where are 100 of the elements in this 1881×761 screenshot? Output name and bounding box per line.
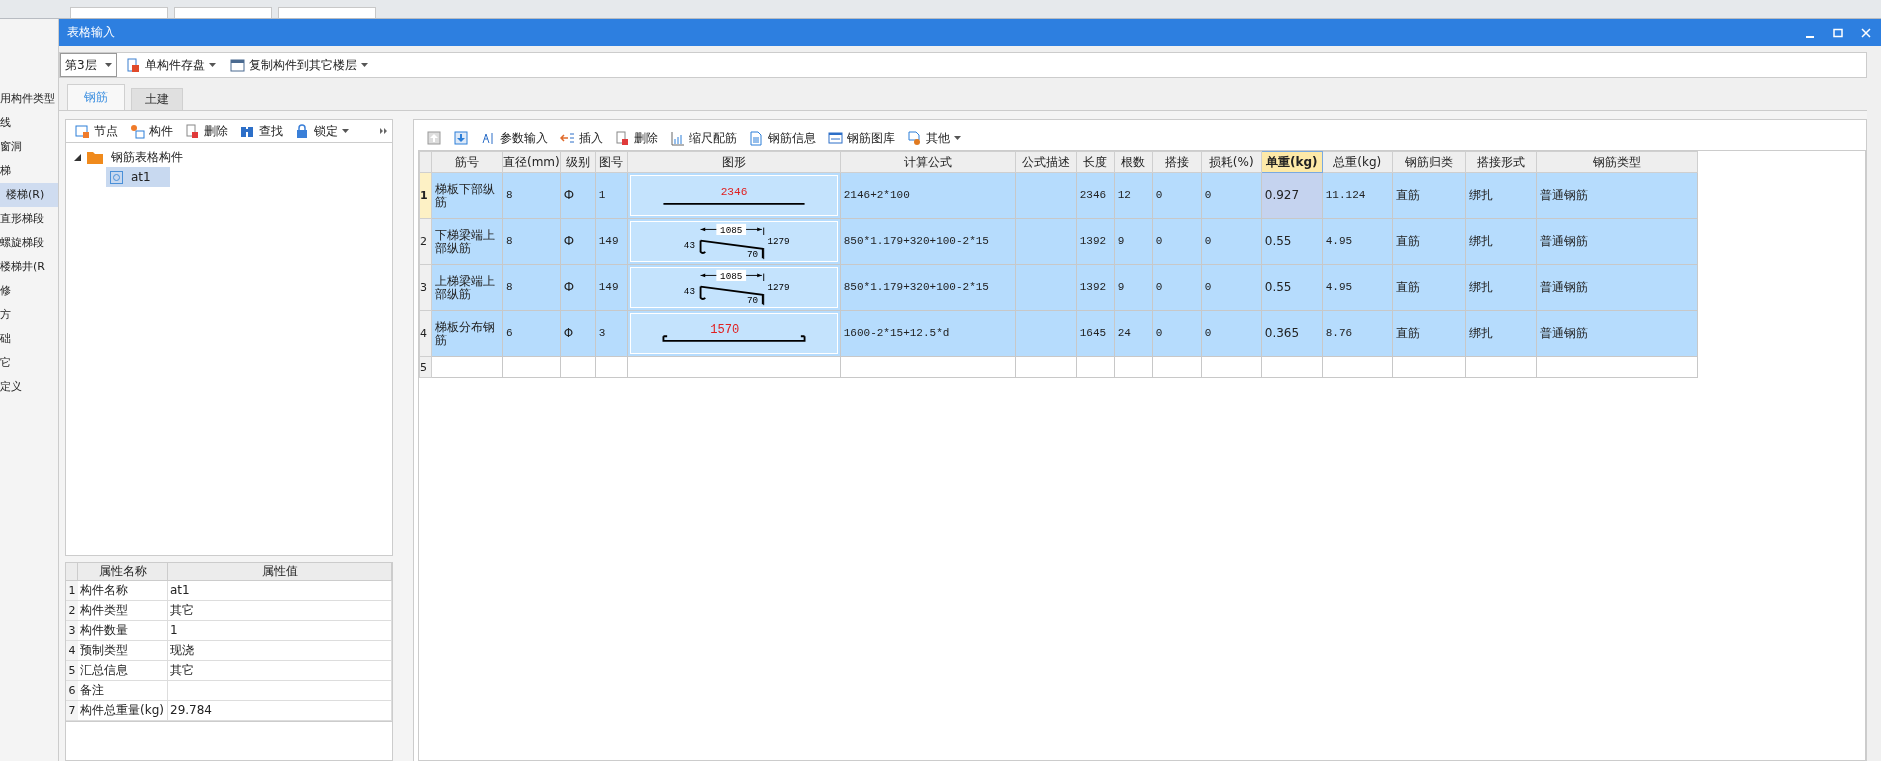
text-cursor-icon: [481, 130, 496, 146]
table-cell: 绑扎: [1465, 218, 1537, 265]
column-header[interactable]: 钢筋归类: [1392, 151, 1466, 173]
caret-icon: [360, 63, 368, 67]
overflow-icon[interactable]: [380, 127, 388, 135]
row-number: 5: [419, 356, 432, 378]
save-icon: [125, 57, 141, 73]
column-header[interactable]: 损耗(%): [1201, 151, 1262, 173]
table-cell: 0: [1201, 172, 1262, 219]
window-icon: [229, 57, 245, 73]
column-header: 属性值: [168, 563, 392, 581]
floor-select[interactable]: 第3层: [60, 53, 117, 77]
table-cell: 1: [595, 172, 628, 219]
input-field[interactable]: [70, 7, 168, 18]
table-cell: 149: [595, 218, 628, 265]
column-header[interactable]: 图号: [595, 151, 628, 173]
dimension-label: 1085: [719, 271, 743, 283]
sidebar-item[interactable]: 它: [0, 351, 58, 375]
column-header[interactable]: 单重(kg): [1261, 151, 1323, 173]
delete-icon: [615, 130, 630, 146]
row-number: 7: [66, 701, 78, 721]
table-cell: 绑扎: [1465, 172, 1537, 219]
tab[interactable]: 土建: [131, 88, 183, 110]
table-cell: 24: [1114, 310, 1153, 357]
column-header[interactable]: 图形: [627, 151, 841, 173]
table-cell: 3: [595, 310, 628, 357]
caret-icon: [208, 63, 216, 67]
input-field[interactable]: [174, 7, 272, 18]
table-row[interactable]: 5: [419, 356, 1698, 378]
column-header[interactable]: 搭接: [1152, 151, 1202, 173]
table-cell: 绑扎: [1465, 264, 1537, 311]
caret-icon: [342, 129, 349, 133]
column-header[interactable]: 钢筋类型: [1536, 151, 1698, 173]
property-value[interactable]: 其它: [168, 661, 392, 681]
column-header[interactable]: 长度: [1076, 151, 1115, 173]
tree-item[interactable]: 钢筋表格构件: [109, 148, 185, 166]
table-cell: 850*1.179+320+100-2*15: [840, 264, 1016, 311]
table-cell: 8: [502, 172, 561, 219]
sidebar-item[interactable]: 修: [0, 279, 58, 303]
table-cell: 8.76: [1322, 310, 1393, 357]
column-header[interactable]: 直径(mm): [502, 151, 561, 173]
property-name: 构件总重量(kg): [78, 701, 168, 721]
sidebar-item[interactable]: 楼梯(R): [0, 183, 58, 207]
property-value[interactable]: 其它: [168, 601, 392, 621]
tree-item-label: at1: [131, 170, 151, 184]
sidebar-item[interactable]: 窗洞: [0, 135, 58, 159]
lock-icon: [295, 123, 310, 139]
column-header[interactable]: 公式描述: [1015, 151, 1077, 173]
insert-icon: [560, 130, 575, 146]
property-value[interactable]: 29.784: [168, 701, 392, 721]
row-number: 2: [419, 218, 432, 265]
property-value[interactable]: 现浇: [168, 641, 392, 661]
input-field[interactable]: [278, 7, 376, 18]
property-value[interactable]: 1: [168, 621, 392, 641]
table-cell: 0.55: [1261, 264, 1323, 311]
table-cell: 850*1.179+320+100-2*15: [840, 218, 1016, 265]
sidebar-item[interactable]: 用构件类型: [0, 87, 58, 111]
column-header[interactable]: 根数: [1114, 151, 1153, 173]
dimension-label: 1279: [767, 282, 790, 294]
maximize-icon: [1833, 27, 1843, 38]
table-cell: 绑扎: [1465, 310, 1537, 357]
gallery-icon: [828, 130, 843, 146]
table-cell: 0: [1152, 264, 1202, 311]
sidebar-item[interactable]: 础: [0, 327, 58, 351]
column-header[interactable]: 搭接形式: [1465, 151, 1537, 173]
table-cell: 0: [1201, 310, 1262, 357]
sidebar-item[interactable]: 楼梯井(R: [0, 255, 58, 279]
sidebar-item[interactable]: 螺旋梯段: [0, 231, 58, 255]
column-header[interactable]: 筋号: [431, 151, 503, 173]
tree-item[interactable]: at1: [106, 167, 170, 187]
sidebar-item[interactable]: 梯: [0, 159, 58, 183]
row-number: 4: [419, 310, 432, 357]
sidebar-item[interactable]: 线: [0, 111, 58, 135]
sidebar-item[interactable]: 定义: [0, 375, 58, 399]
caret-icon: [954, 136, 961, 140]
table-cell: 0: [1201, 218, 1262, 265]
property-name: 预制类型: [78, 641, 168, 661]
property-value[interactable]: at1: [168, 581, 392, 601]
table-cell: 0: [1201, 264, 1262, 311]
column-header[interactable]: 总重(kg): [1322, 151, 1393, 173]
expand-icon[interactable]: [74, 153, 81, 161]
table-cell: 4.95: [1322, 218, 1393, 265]
column-header[interactable]: 计算公式: [840, 151, 1016, 173]
table-cell: 直筋: [1392, 310, 1466, 357]
row-number: 1: [66, 581, 78, 601]
table-cell: 0: [1152, 310, 1202, 357]
table-cell: Ф: [560, 172, 596, 219]
sidebar-item[interactable]: 方: [0, 303, 58, 327]
table-cell: 直筋: [1392, 172, 1466, 219]
sidebar-item[interactable]: 直形梯段: [0, 207, 58, 231]
dimension-label: 43: [683, 286, 695, 297]
table-cell: 0.55: [1261, 218, 1323, 265]
table-cell: 9: [1114, 264, 1153, 311]
table-cell: 梯板分布钢筋: [431, 310, 503, 357]
caret-icon: [104, 63, 112, 67]
column-header[interactable]: 级别: [560, 151, 596, 173]
property-name: 备注: [78, 681, 168, 701]
table-cell: 2346: [1076, 172, 1115, 219]
table-cell: 直筋: [1392, 264, 1466, 311]
table-cell: 12: [1114, 172, 1153, 219]
